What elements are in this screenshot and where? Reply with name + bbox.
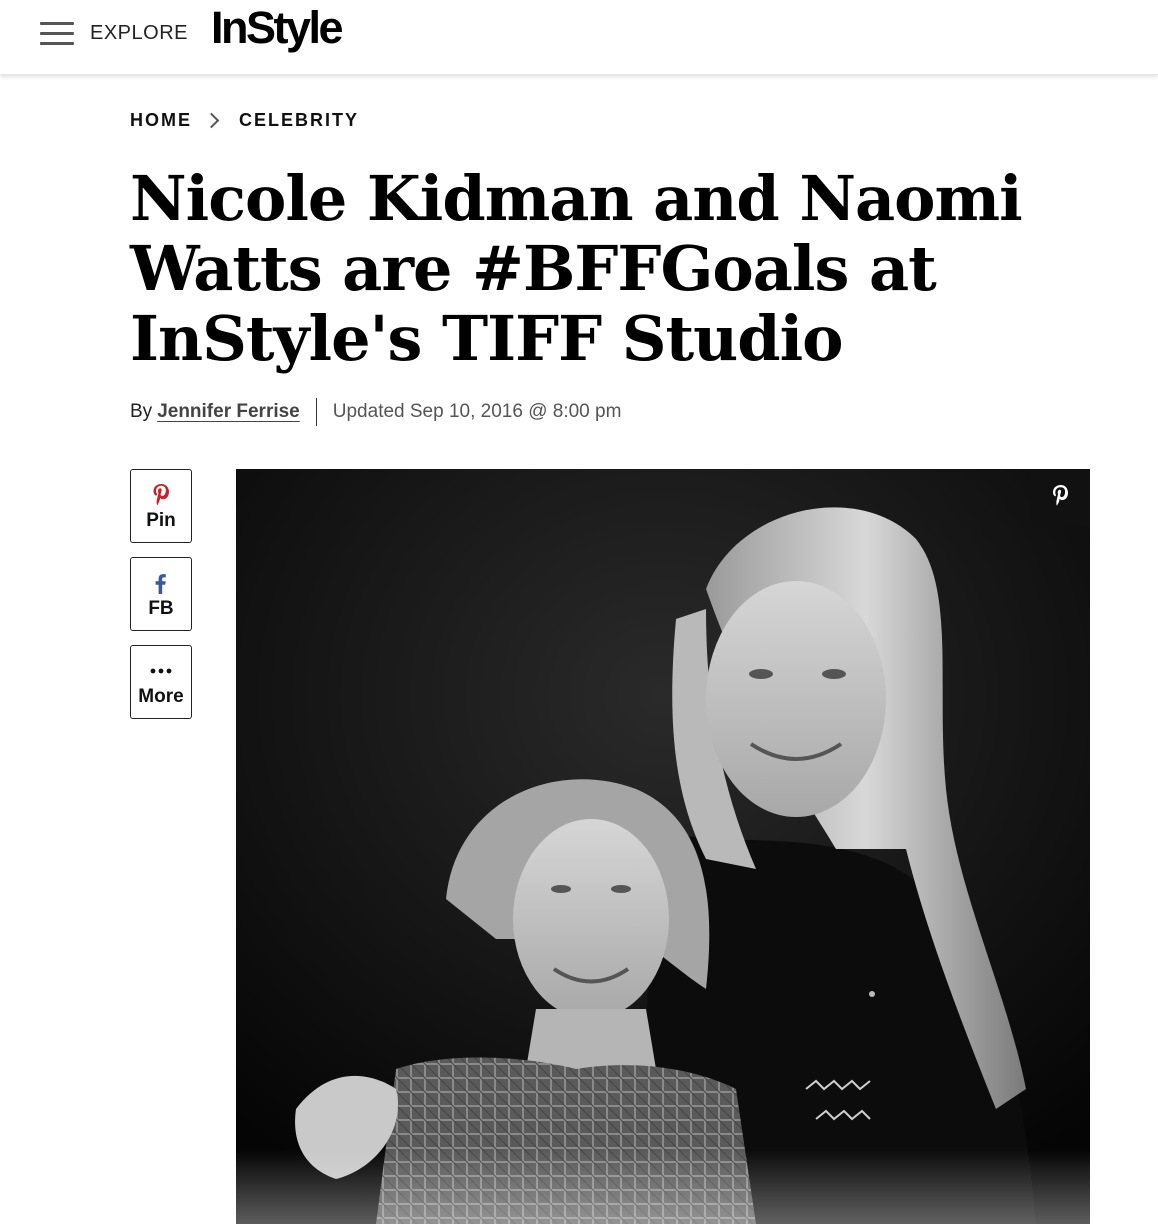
share-facebook-button[interactable]: FB xyxy=(130,557,192,631)
hero-photo-illustration xyxy=(236,469,1090,1224)
facebook-icon xyxy=(131,568,191,598)
hamburger-icon[interactable] xyxy=(40,22,74,46)
explore-menu-link[interactable]: EXPLORE xyxy=(90,22,188,45)
byline-prefix: By xyxy=(130,401,153,422)
byline-divider xyxy=(315,398,317,426)
author-link[interactable]: Jennifer Ferrise xyxy=(157,401,300,423)
share-more-label: More xyxy=(138,686,184,707)
instyle-logo[interactable]: InStyle xyxy=(211,2,344,54)
share-pin-button[interactable]: Pin xyxy=(130,469,192,543)
breadcrumb-celebrity[interactable]: CELEBRITY xyxy=(239,110,359,131)
share-pin-label: Pin xyxy=(146,510,176,531)
breadcrumb: HOME CELEBRITY xyxy=(130,110,359,131)
more-dots-icon xyxy=(131,656,191,686)
site-header: EXPLORE InStyle xyxy=(0,0,1158,75)
chevron-right-icon xyxy=(203,112,220,129)
image-pin-button[interactable] xyxy=(1031,469,1090,527)
article-byline: By Jennifer Ferrise Updated Sep 10, 2016… xyxy=(130,398,621,426)
breadcrumb-home[interactable]: HOME xyxy=(130,110,192,131)
hero-image xyxy=(236,469,1090,1224)
pinterest-icon xyxy=(1053,485,1068,506)
share-more-button[interactable]: More xyxy=(130,645,192,719)
pinterest-icon xyxy=(131,480,191,510)
updated-date: Updated Sep 10, 2016 @ 8:00 pm xyxy=(332,401,622,422)
share-fb-label: FB xyxy=(148,598,174,619)
article-title: Nicole Kidman and Naomi Watts are #BFFGo… xyxy=(130,162,1023,375)
